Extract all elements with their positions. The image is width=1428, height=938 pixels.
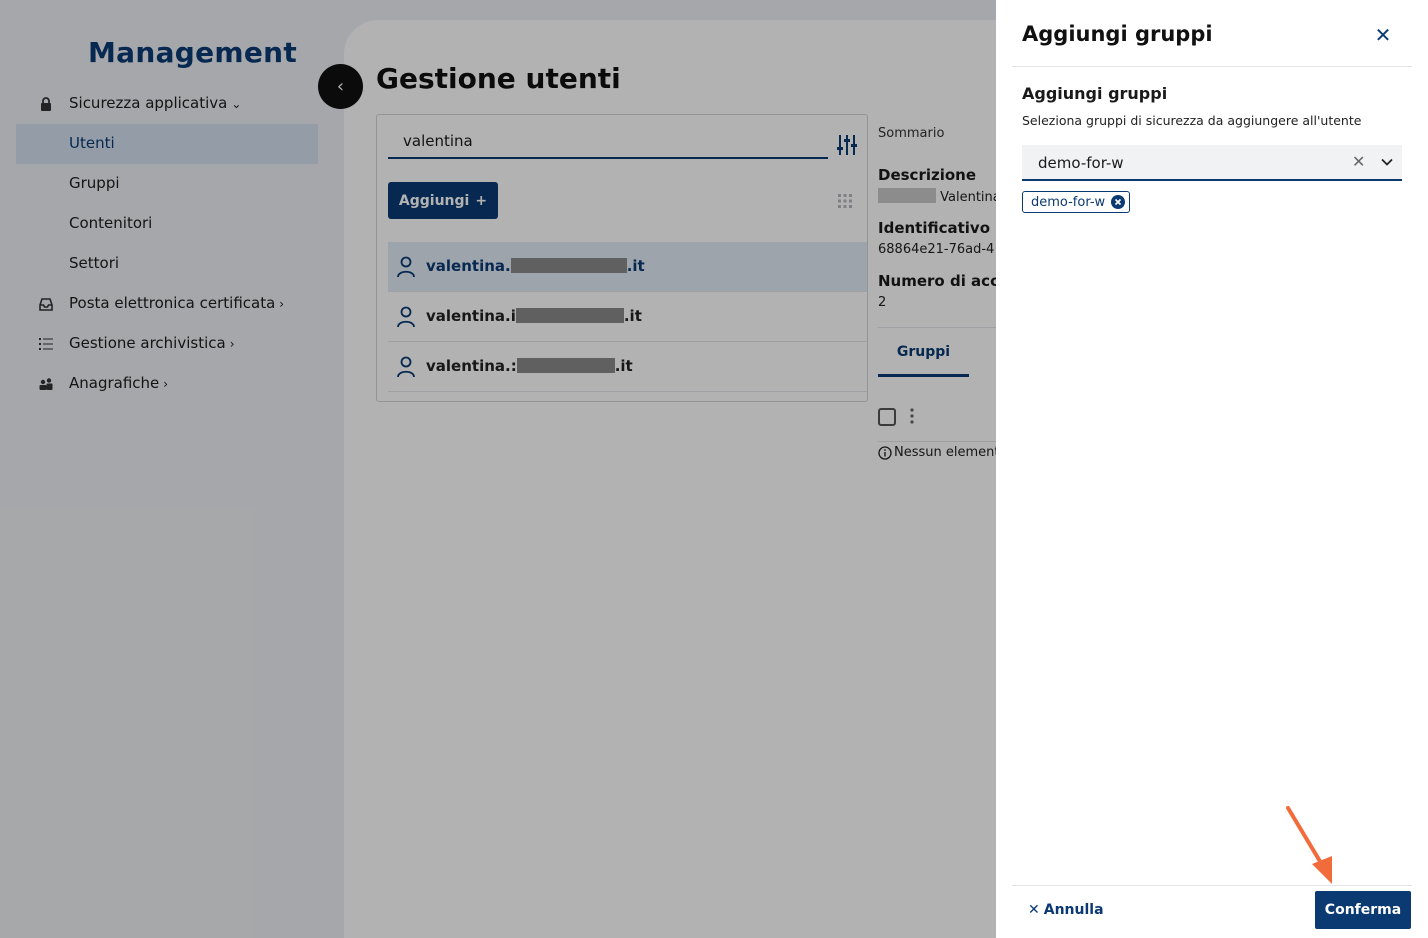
annotation-arrow-icon xyxy=(1286,806,1332,884)
clear-icon[interactable]: ✕ xyxy=(1352,152,1365,171)
divider xyxy=(1012,885,1412,886)
chevron-down-icon[interactable] xyxy=(1380,155,1394,169)
chip-label: demo-for-w xyxy=(1031,194,1106,210)
field-title: Aggiungi gruppi xyxy=(1022,84,1168,103)
cancel-button[interactable]: ✕ Annulla xyxy=(1028,898,1104,922)
close-icon[interactable]: ✕ xyxy=(1372,23,1394,47)
add-groups-drawer: Aggiungi gruppi ✕ Aggiungi gruppi Selezi… xyxy=(996,0,1428,938)
selected-group-chip: demo-for-w xyxy=(1022,191,1131,213)
remove-chip-icon[interactable] xyxy=(1111,195,1126,209)
cancel-label: Annulla xyxy=(1043,902,1104,918)
modal-backdrop[interactable] xyxy=(0,0,996,938)
divider xyxy=(1012,66,1412,67)
close-icon: ✕ xyxy=(1028,902,1040,918)
confirm-button[interactable]: Conferma xyxy=(1315,891,1411,929)
field-help-text: Seleziona gruppi di sicurezza da aggiung… xyxy=(1022,113,1362,128)
drawer-title: Aggiungi gruppi xyxy=(1022,22,1213,46)
select-value: demo-for-w xyxy=(1038,154,1124,172)
groups-select[interactable]: demo-for-w ✕ xyxy=(1022,145,1402,181)
